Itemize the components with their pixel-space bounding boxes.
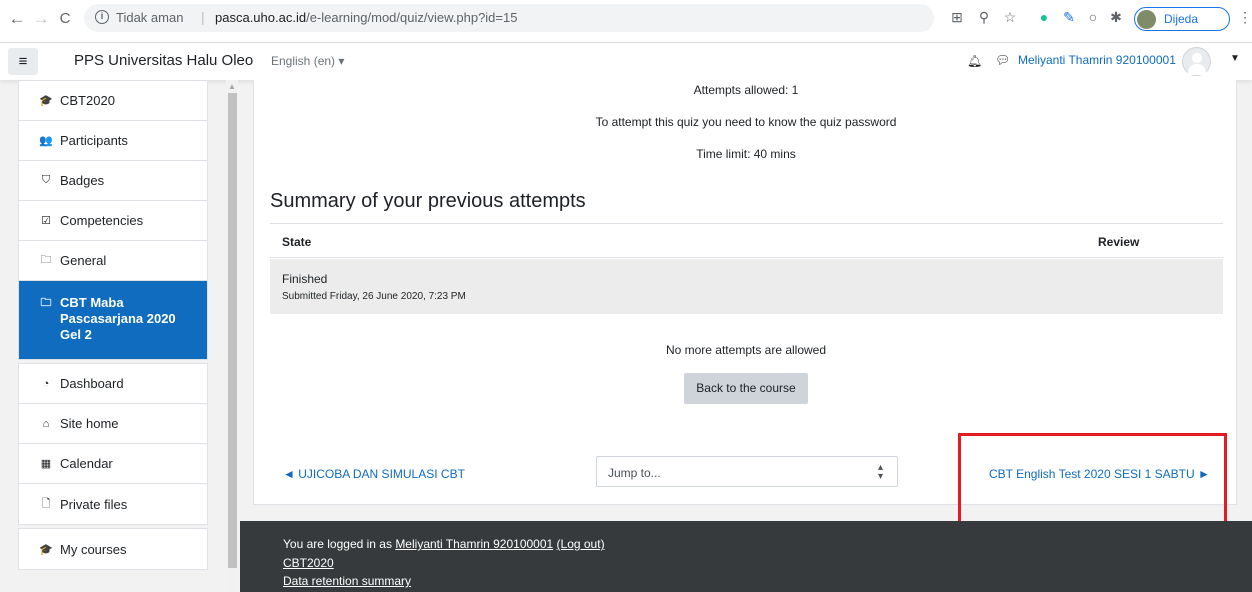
profile-button[interactable]: Dijeda (1134, 7, 1230, 31)
address-bar[interactable]: i Tidak aman | pasca.uho.ac.id/e-learnin… (84, 4, 934, 32)
sidebar-item-calendar[interactable]: ▦ Calendar (19, 444, 207, 484)
sidebar-item-label: Site home (60, 416, 119, 431)
page-footer: You are logged in as Meliyanti Thamrin 9… (240, 521, 1252, 592)
user-menu-caret-icon[interactable]: ▼ (1230, 53, 1240, 64)
logged-in-info: You are logged in as Meliyanti Thamrin 9… (283, 537, 605, 551)
sidebar-item-private-files[interactable]: 🗋 Private files (19, 484, 207, 524)
jump-to-select[interactable]: Jump to... ▴ ▾ (596, 456, 898, 487)
back-arrow-icon[interactable]: ← (6, 8, 28, 30)
profile-label: Dijeda (1164, 12, 1199, 26)
sidebar-item-dashboard[interactable]: ◔ Dashboard (19, 364, 207, 404)
translate-icon[interactable]: ⊞ (949, 9, 965, 25)
logout-link[interactable]: (Log out) (557, 537, 605, 551)
feather-extension-icon[interactable]: ✎ (1061, 9, 1077, 25)
grammarly-icon[interactable]: ● (1036, 9, 1052, 25)
user-menu-name[interactable]: Meliyanti Thamrin 920100001 (1018, 53, 1176, 67)
notifications-bell-icon[interactable]: 🔔︎ (967, 54, 982, 68)
sidebar-item-cbt2020[interactable]: 🎓 CBT2020 (19, 81, 207, 121)
time-limit-text: Time limit: 40 mins (696, 147, 796, 161)
file-icon: 🗋 (41, 497, 51, 510)
sidebar-item-label: Badges (60, 173, 105, 188)
sidebar-item-general[interactable]: 🗀 General (19, 241, 207, 281)
review-column-header: Review (1098, 235, 1140, 249)
sidebar-item-cbt-maba[interactable]: 🗀 CBT Maba Pascasarjana 2020 Gel 2 (19, 281, 207, 359)
sidebar-item-label: My courses (60, 541, 127, 557)
summary-heading: Summary of your previous attempts (270, 190, 586, 212)
footer-user-link[interactable]: Meliyanti Thamrin 920100001 (395, 537, 553, 551)
sidebar-item-label: General (60, 253, 107, 268)
sidebar-item-label: CBT Maba Pascasarjana 2020 Gel 2 (60, 295, 176, 342)
calendar-icon: ▦ (40, 458, 52, 470)
attempts-allowed-text: Attempts allowed: 1 (693, 83, 799, 97)
data-retention-link[interactable]: Data retention summary (283, 574, 411, 588)
browser-menu-icon[interactable]: ⋮ (1238, 9, 1252, 26)
sidebar-item-label: Calendar (60, 456, 113, 471)
graduation-cap-icon: 🎓 (39, 95, 53, 107)
attempt-state: Finished (282, 272, 328, 286)
home-icon: ⌂ (42, 417, 50, 430)
url-text[interactable]: pasca.uho.ac.id/e-learning/mod/quiz/view… (215, 10, 517, 25)
reload-icon[interactable]: C (54, 8, 76, 30)
table-row: Finished Submitted Friday, 26 June 2020,… (270, 259, 1223, 314)
state-column-header: State (282, 235, 312, 249)
info-icon[interactable]: i (95, 10, 109, 24)
sidebar-item-my-courses[interactable]: 🎓 My courses (19, 529, 207, 569)
drawer-toggle-icon[interactable]: ≡ (8, 48, 38, 75)
shield-icon: ⛉ (41, 174, 51, 186)
sidebar-item-badges[interactable]: ⛉ Badges (19, 161, 207, 201)
back-to-course-button[interactable]: Back to the course (684, 373, 808, 404)
users-icon: 👥 (39, 135, 53, 147)
no-more-attempts-text: No more attempts are allowed (665, 343, 827, 357)
circle-extension-icon[interactable]: ○ (1085, 9, 1101, 25)
sidebar-item-competencies[interactable]: ☑ Competencies (19, 201, 207, 241)
attempt-submitted-date: Submitted Friday, 26 June 2020, 7:23 PM (282, 291, 466, 302)
messages-icon[interactable]: 💬︎ (995, 53, 1010, 67)
attempts-table-header: State Review (270, 223, 1223, 258)
zoom-icon[interactable]: ⚲ (976, 9, 992, 25)
security-label[interactable]: Tidak aman (116, 10, 183, 25)
sidebar-item-label: Dashboard (60, 376, 124, 391)
sidebar-item-site-home[interactable]: ⌂ Site home (19, 404, 207, 444)
user-avatar[interactable] (1182, 47, 1211, 76)
browser-toolbar: ← → C i Tidak aman | pasca.uho.ac.id/e-l… (0, 0, 1252, 43)
sidebar-item-label: Competencies (60, 213, 144, 228)
site-navbar: ≡ PPS Universitas Halu Oleo English (en)… (0, 43, 1252, 80)
bookmark-star-icon[interactable]: ☆ (1002, 9, 1018, 25)
puzzle-extensions-icon[interactable]: ✱ (1108, 9, 1124, 25)
url-path: /e-learning/mod/quiz/view.php?id=15 (306, 10, 518, 25)
address-separator: | (201, 9, 205, 25)
folder-icon: 🗀 (40, 297, 52, 309)
sidebar-item-label: Private files (60, 496, 128, 512)
sidebar-item-label: Participants (60, 133, 128, 148)
folder-icon: 🗀 (40, 254, 52, 266)
site-name-link[interactable]: PPS Universitas Halu Oleo (74, 52, 253, 69)
password-note-text: To attempt this quiz you need to know th… (595, 115, 897, 129)
graduation-cap-icon: 🎓 (39, 543, 53, 556)
footer-course-link[interactable]: CBT2020 (283, 556, 334, 570)
sidebar-item-participants[interactable]: 👥 Participants (19, 121, 207, 161)
scroll-up-arrow-icon[interactable]: ▲ (228, 82, 236, 91)
tachometer-icon: ◔ (42, 377, 50, 390)
checkbox-icon: ☑ (41, 215, 51, 227)
forward-arrow-icon[interactable]: → (30, 8, 52, 30)
jump-to-label: Jump to... (608, 466, 661, 480)
nav-drawer: 🎓 CBT2020 👥 Participants ⛉ Badges ☑ Comp… (18, 80, 208, 592)
profile-avatar (1137, 10, 1156, 29)
course-nav-group: 🎓 CBT2020 👥 Participants ⛉ Badges ☑ Comp… (18, 80, 208, 360)
select-caret-icon: ▴ ▾ (878, 462, 884, 482)
logged-in-prefix: You are logged in as (283, 537, 396, 551)
url-host: pasca.uho.ac.id (215, 10, 307, 25)
my-courses-group: 🎓 My courses (18, 528, 208, 570)
language-menu[interactable]: English (en) ▾ (271, 54, 344, 68)
red-highlight-box (958, 433, 1227, 525)
sidebar-item-label: CBT2020 (60, 93, 115, 108)
previous-activity-link[interactable]: ◄ UJICOBA DAN SIMULASI CBT (283, 467, 465, 481)
site-nav-group: ◔ Dashboard ⌂ Site home ▦ Calendar 🗋 Pri… (18, 363, 208, 525)
sidebar-scrollbar-thumb[interactable] (228, 93, 237, 568)
